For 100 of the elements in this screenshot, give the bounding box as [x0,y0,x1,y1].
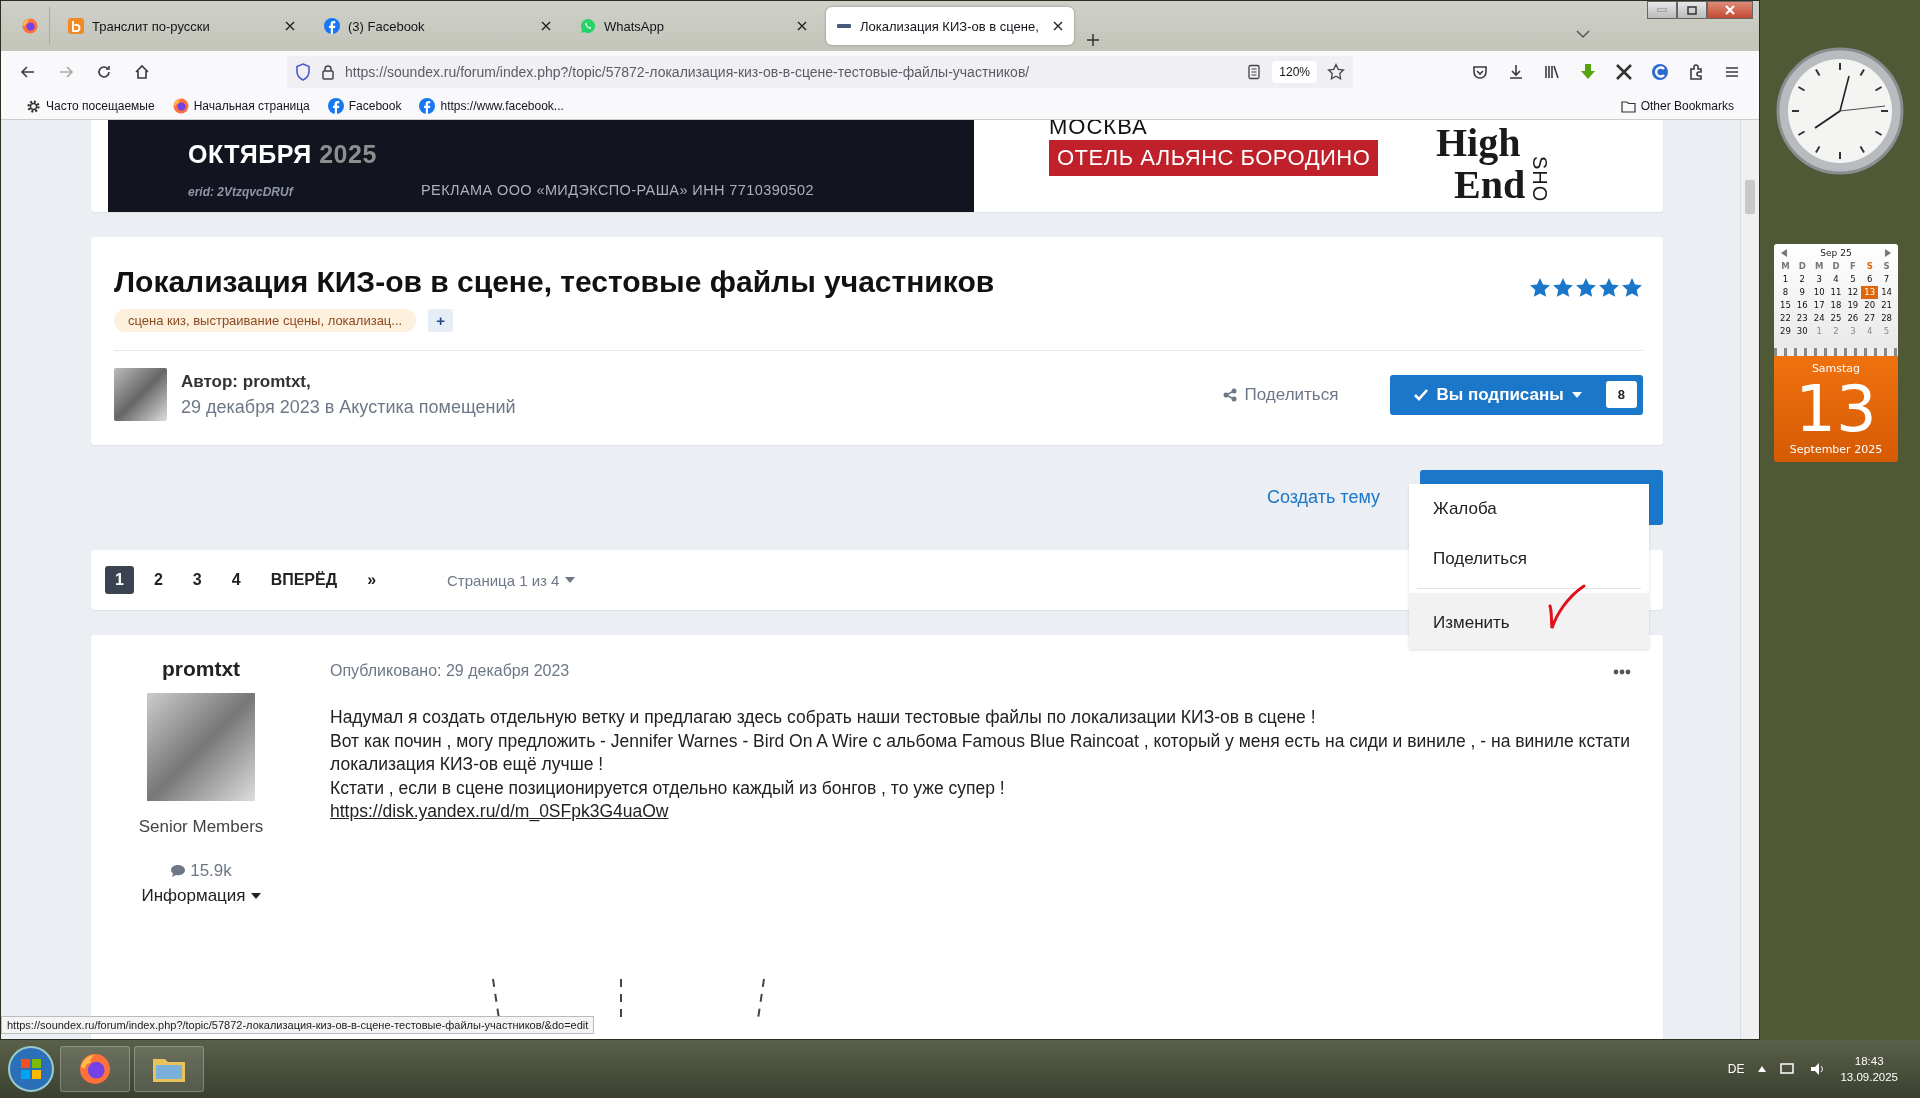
start-button[interactable] [6,1044,56,1094]
calendar-day[interactable]: 19 [1844,299,1862,312]
calendar-day[interactable]: 9 [1793,286,1811,299]
topic-date-text: 29 декабря 2023 в Акустика помещений [181,396,516,418]
calendar-day[interactable]: 17 [1810,299,1828,312]
url-text: https://soundex.ru/forum/index.php?/topic/57872-локализация-киз-ов-в-сцене-тестовые-файлы-участников/ [345,64,1031,80]
zoom-level-button[interactable]: 120% [1272,61,1317,83]
facebook-icon [419,98,436,114]
caret-icon [1571,391,1582,398]
post-paragraph: Вот как почин , могу предложить - Jennifer Warnes - Bird On A Wire с альбома Famous Blue Raincoat , который у меня есть на сиди и виниле , - на виниле кстати локализация КИЗ-ов ещё лучше ! [330,729,1632,777]
calendar-day[interactable]: 20 [1861,299,1879,312]
page-link[interactable]: 4 [221,566,251,594]
scrollbar[interactable] [1740,120,1759,1039]
calendar-day[interactable]: 3 [1810,273,1828,286]
calendar-day[interactable]: 26 [1844,312,1862,325]
language-indicator[interactable]: DE [1727,1062,1745,1076]
calendar-day[interactable]: 21 [1878,299,1895,312]
show-hidden-icons-arrow[interactable] [1758,1066,1767,1072]
weekday-label: S [1882,260,1891,273]
close-icon[interactable] [1052,20,1064,32]
maximize-icon[interactable] [1687,5,1697,15]
calendar-month-text: Sep 25 [1820,248,1852,258]
status-url-text: https://soundex.ru/forum/index.php?/topic/57872-локализация-киз-ов-в-сцене-тестовые-файлы-участников/&do=edit [1,1016,595,1034]
folder-taskbar-button[interactable] [134,1046,204,1092]
menu-item[interactable]: Изменить [1409,593,1649,649]
page-link[interactable]: 2 [143,566,173,594]
last-page-link[interactable]: » [357,566,387,594]
taskbar-clock[interactable]: 18:43 13.09.2025 [1840,1053,1898,1085]
weekday-label: M [1780,260,1791,273]
calendar-day[interactable]: 25 [1827,312,1845,325]
firefox-icon [172,98,189,114]
maximize-button[interactable] [1677,1,1707,19]
page-link[interactable]: 3 [182,566,212,594]
calendar-day[interactable]: 11 [1827,286,1845,299]
browser-tab[interactable]: (3) Facebook [314,7,562,45]
calendar-day[interactable]: 27 [1861,312,1879,325]
month-year-text: September 2025 [1788,443,1884,456]
post-author-name[interactable]: promtxt [161,657,241,681]
bookmark-item[interactable]: Часто посещаемые [23,96,158,116]
calendar-day[interactable]: 23 [1793,312,1811,325]
close-icon[interactable] [284,20,296,32]
gear-icon [26,98,41,114]
calendar-day[interactable]: 22 [1777,312,1794,325]
next-page-link[interactable]: ВПЕРЁД [260,566,348,594]
reader-view-icon[interactable] [1246,64,1263,80]
other-bookmarks-button[interactable]: Other Bookmarks [1617,97,1737,115]
calendar-day[interactable]: 16 [1793,299,1811,312]
close-button[interactable] [1707,1,1753,19]
add-tag-button[interactable]: + [428,309,453,332]
share-button[interactable]: Поделиться [1216,383,1345,406]
banner-date-text: ОКТЯБРЯ 2025 [188,140,377,169]
shield-icon [295,63,311,81]
calendar-day[interactable]: 2 [1793,273,1811,286]
page-jump-dropdown[interactable]: Страница 1 из 4 [441,570,582,590]
calendar-day[interactable]: 8 [1777,286,1794,299]
browser-tab[interactable]: Транслит по-русски [58,7,306,45]
weekday-text: Samstag [1810,362,1862,375]
follow-button[interactable]: Вы подписаны 8 [1390,374,1643,415]
close-icon[interactable] [540,20,552,32]
previous-month-icon[interactable] [1781,249,1787,257]
download-link[interactable]: https://disk.yandex.ru/d/m_0SFpk3G4uaOw [330,801,669,822]
calendar-day[interactable]: 6 [1861,273,1879,286]
calendar-day[interactable]: 10 [1810,286,1828,299]
calendar-day[interactable]: 1 [1777,273,1794,286]
calendar-day[interactable]: 5 [1844,273,1862,286]
page-link[interactable]: 1 [105,566,134,594]
bookmark-item[interactable]: https://www.facebook... [416,96,567,116]
calendar-day[interactable]: 30 [1793,325,1811,338]
bookmark-item[interactable]: Facebook [324,96,405,116]
network-icon[interactable] [1780,1062,1797,1076]
tag-pill[interactable]: сцена киз, выстраивание сцены, локализац... [114,309,417,332]
calendar-day[interactable]: 12 [1844,286,1862,299]
calendar-day[interactable]: 15 [1777,299,1794,312]
calendar-day[interactable]: 14 [1878,286,1895,299]
calendar-day[interactable]: 29 [1777,325,1794,338]
bookmark-item[interactable]: Начальная страница [169,96,313,116]
weekday-label: F [1848,260,1857,273]
weekday-label: M [1813,260,1825,273]
follower-count: 8 [1605,381,1637,408]
calendar-day[interactable]: 28 [1878,312,1895,325]
firefox-taskbar-button[interactable] [60,1046,130,1092]
address-bar[interactable]: https://soundex.ru/forum/index.php?/topic/57872-локализация-киз-ов-в-сцене-тестовые-файлы-участников/ 120% [287,56,1353,88]
calendar-day[interactable]: 7 [1878,273,1895,286]
day-number: 13 [1795,375,1877,443]
close-icon[interactable] [796,20,808,32]
topic-title: Локализация КИЗ-ов в сцене, тестовые файлы участников [114,265,996,299]
browser-tab[interactable]: WhatsApp [570,7,818,45]
browser-tab[interactable]: Локализация КИЗ-ов в сцене, [826,7,1074,45]
facebook-icon [324,18,340,34]
create-topic-link[interactable]: Создать тему [1266,487,1380,508]
minimize-button[interactable] [1647,1,1677,19]
calendar-day[interactable]: 24 [1810,312,1828,325]
next-month-icon[interactable] [1885,249,1891,257]
calendar-day[interactable]: 18 [1827,299,1845,312]
calendar-day[interactable]: 4 [1827,273,1845,286]
info-dropdown[interactable]: Информация [135,885,267,907]
check-icon [1414,388,1429,401]
menu-item[interactable]: Поделиться [1409,534,1649,584]
menu-item[interactable]: Жалоба [1409,484,1649,534]
star-icon[interactable] [1327,63,1345,81]
